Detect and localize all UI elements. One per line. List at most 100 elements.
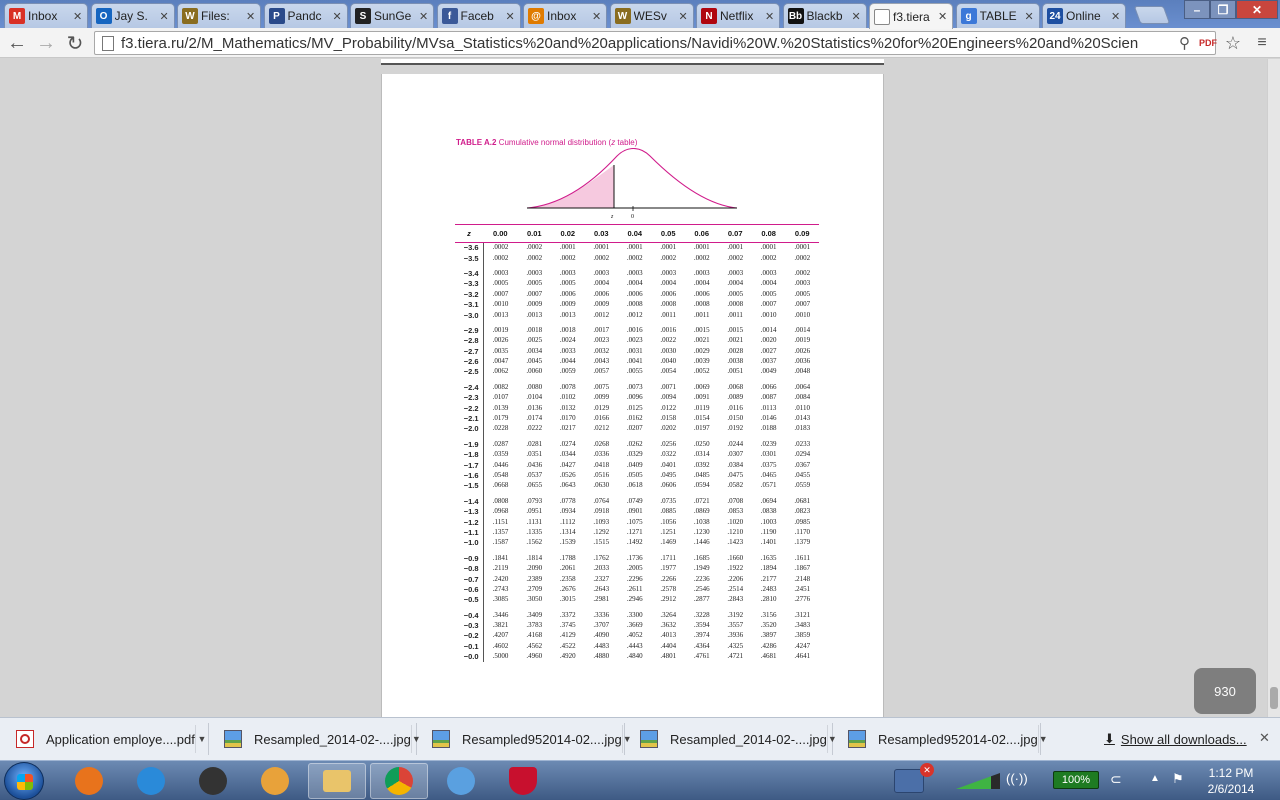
download-item[interactable]: Application employe....pdf ▼ (4, 723, 209, 755)
tab-2[interactable]: O Jay S. ✕ (90, 3, 175, 28)
z-value-cell: −0.1 (455, 641, 484, 652)
table-row: −1.0 .1587 .1562 .1539 .1515 .1492 .1469 .1446.… (455, 537, 819, 549)
download-menu-chevron-icon[interactable]: ▼ (1037, 725, 1048, 753)
close-tab-icon[interactable]: ✕ (160, 10, 170, 23)
vertical-scrollbar[interactable] (1267, 59, 1280, 717)
show-all-downloads-link[interactable]: ⬇ Show all downloads... (1104, 731, 1247, 747)
probability-cell: .0239 (760, 439, 777, 448)
close-shelf-icon[interactable]: ✕ (1259, 730, 1270, 746)
pdf-viewport[interactable]: TABLE A.2 Cumulative normal distribution… (0, 59, 1280, 717)
probability-cell: .0329 (626, 450, 643, 459)
probability-cell: .1894 (760, 564, 777, 573)
probability-cell: .0001 (559, 243, 576, 252)
taskbar-app-button[interactable] (370, 763, 428, 799)
tab-1[interactable]: M Inbox ✕ (4, 3, 88, 28)
back-button[interactable]: ← (5, 32, 29, 54)
column-header: 0.01 (517, 224, 552, 243)
probability-cell: .0749 (626, 496, 643, 505)
probability-cell: .3936 (727, 631, 744, 640)
probability-cell: .0021 (693, 336, 710, 345)
tab-9[interactable]: N Netflix ✕ (696, 3, 780, 28)
tab-4[interactable]: P Pandc ✕ (263, 3, 348, 28)
download-item[interactable]: Resampled_2014-02-....jpg ▼ (628, 723, 837, 755)
maximize-button[interactable]: ❐ (1210, 0, 1236, 19)
close-tab-icon[interactable]: ✕ (73, 10, 83, 23)
bookmark-star-button[interactable]: ☆ (1221, 32, 1245, 54)
firefox-icon (75, 767, 103, 795)
download-menu-chevron-icon[interactable]: ▼ (194, 725, 208, 753)
close-tab-icon[interactable]: ✕ (246, 10, 256, 23)
tab-12[interactable]: g TABLE ✕ (955, 3, 1040, 28)
taskbar-app-button[interactable] (60, 763, 118, 799)
close-tab-icon[interactable]: ✕ (419, 10, 429, 23)
wireless-icon[interactable]: ((·)) (1006, 771, 1028, 786)
new-tab-button[interactable] (1133, 6, 1171, 24)
probability-cell: .0016 (660, 325, 677, 334)
signal-strength-icon[interactable] (956, 773, 1000, 789)
probability-cell: .0019 (794, 336, 811, 345)
battery-indicator[interactable]: 100% (1053, 771, 1099, 789)
probability-cell: .0618 (626, 481, 643, 490)
close-tab-icon[interactable]: ✕ (592, 10, 602, 23)
pdf-extension-icon[interactable]: PDF (1199, 38, 1217, 48)
taskbar-app-button[interactable] (432, 763, 490, 799)
probability-cell: .4761 (693, 652, 710, 661)
download-item[interactable]: Resampled952014-02....jpg ▼ (420, 723, 632, 755)
taskbar-app-button[interactable] (308, 763, 366, 799)
table-row: −2.0 .0228 .0222 .0217 .0212 .0207 .0202 .0197.… (455, 423, 819, 435)
probability-cell: .0071 (660, 382, 677, 391)
close-tab-icon[interactable]: ✕ (852, 10, 862, 23)
taskbar-app-button[interactable] (494, 763, 552, 799)
taskbar-clock[interactable]: 1:12 PM 2/6/2014 (1196, 765, 1266, 797)
probability-cell: .0002 (526, 243, 543, 252)
close-window-button[interactable]: ✕ (1236, 0, 1278, 19)
tab-7[interactable]: @ Inbox ✕ (523, 3, 607, 28)
probability-cell: .0336 (593, 450, 610, 459)
taskbar-app-button[interactable] (246, 763, 304, 799)
probability-cell: .0004 (760, 279, 777, 288)
probability-cell: .0853 (727, 507, 744, 516)
reload-button[interactable]: ↻ (63, 32, 87, 55)
download-item[interactable]: Resampled952014-02....jpg ▼ (836, 723, 1048, 755)
address-bar[interactable]: f3.tiera.ru/2/M_Mathematics/MV_Probabili… (94, 31, 1217, 55)
download-item[interactable]: Resampled_2014-02-....jpg ▼ (212, 723, 421, 755)
probability-cell: .0793 (526, 496, 543, 505)
tab-3[interactable]: W Files: ✕ (177, 3, 261, 28)
tab-5[interactable]: S SunGe ✕ (350, 3, 434, 28)
close-tab-icon[interactable]: ✕ (679, 10, 689, 23)
forward-button[interactable]: → (34, 32, 58, 54)
probability-cell: .2420 (492, 574, 509, 583)
close-tab-icon[interactable]: ✕ (1111, 10, 1121, 23)
tab-11[interactable]: f3.tiera ✕ (869, 3, 953, 29)
taskbar-app-button[interactable] (184, 763, 242, 799)
close-tab-icon[interactable]: ✕ (506, 10, 516, 23)
probability-cell: .0250 (693, 439, 710, 448)
tab-13[interactable]: 24 Online ✕ (1042, 3, 1126, 28)
probability-cell: .4960 (526, 652, 543, 661)
close-tab-icon[interactable]: ✕ (333, 10, 343, 23)
probability-cell: .0014 (760, 325, 777, 334)
search-icon[interactable]: ⚲ (1179, 34, 1190, 52)
battery-status-icon[interactable]: ⊂ (1110, 771, 1122, 788)
close-tab-icon[interactable]: ✕ (1025, 10, 1035, 23)
table-caption: Cumulative normal distribution (z table) (498, 138, 638, 147)
action-center-flag-icon[interactable]: ⚑ (1172, 771, 1184, 787)
scrollbar-thumb[interactable] (1270, 687, 1278, 709)
probability-cell: .2389 (526, 574, 543, 583)
tab-8[interactable]: W WESv ✕ (609, 3, 694, 28)
tab-6[interactable]: f Faceb ✕ (436, 3, 521, 28)
tray-expand-icon[interactable]: ▲ (1150, 773, 1160, 784)
minimize-button[interactable]: – (1184, 0, 1210, 19)
close-tab-icon[interactable]: ✕ (938, 10, 948, 23)
menu-button[interactable]: ≡ (1250, 32, 1274, 54)
probability-cell: .4602 (492, 641, 509, 650)
column-header: 0.09 (785, 224, 819, 243)
taskbar-app-button[interactable] (122, 763, 180, 799)
probability-cell: .0029 (693, 346, 710, 355)
start-button[interactable] (4, 762, 44, 800)
pdf-page: TABLE A.2 Cumulative normal distribution… (381, 74, 884, 717)
close-tab-icon[interactable]: ✕ (765, 10, 775, 23)
probability-cell: .0197 (693, 424, 710, 433)
tab-10[interactable]: Bb Blackb ✕ (782, 3, 867, 28)
probability-cell: .0217 (559, 424, 576, 433)
